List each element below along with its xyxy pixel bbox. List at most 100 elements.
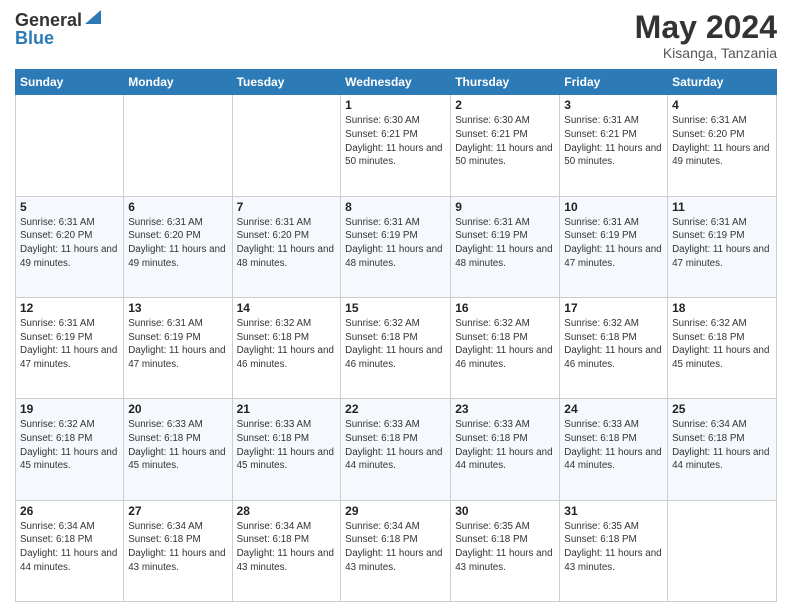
day-number: 2 — [455, 98, 555, 112]
day-info: Sunrise: 6:33 AM Sunset: 6:18 PM Dayligh… — [128, 418, 227, 473]
day-number: 23 — [455, 402, 555, 416]
day-number: 13 — [128, 301, 227, 315]
calendar-cell — [232, 95, 341, 196]
day-number: 24 — [564, 402, 663, 416]
day-info: Sunrise: 6:31 AM Sunset: 6:19 PM Dayligh… — [345, 216, 446, 271]
logo-blue-text: Blue — [15, 28, 54, 48]
day-info: Sunrise: 6:31 AM Sunset: 6:20 PM Dayligh… — [237, 216, 337, 271]
day-number: 4 — [672, 98, 772, 112]
day-info: Sunrise: 6:34 AM Sunset: 6:18 PM Dayligh… — [672, 418, 772, 473]
day-number: 12 — [20, 301, 119, 315]
week-row-3: 12 Sunrise: 6:31 AM Sunset: 6:19 PM Dayli… — [16, 297, 777, 398]
logo-general-text: General — [15, 11, 82, 29]
calendar-cell: 8 Sunrise: 6:31 AM Sunset: 6:19 PM Daylig… — [341, 196, 451, 297]
week-row-4: 19 Sunrise: 6:32 AM Sunset: 6:18 PM Dayli… — [16, 399, 777, 500]
calendar-cell: 24 Sunrise: 6:33 AM Sunset: 6:18 PM Dayli… — [560, 399, 668, 500]
calendar-cell: 31 Sunrise: 6:35 AM Sunset: 6:18 PM Dayli… — [560, 500, 668, 601]
calendar-cell: 15 Sunrise: 6:32 AM Sunset: 6:18 PM Dayli… — [341, 297, 451, 398]
day-number: 27 — [128, 504, 227, 518]
day-info: Sunrise: 6:32 AM Sunset: 6:18 PM Dayligh… — [672, 317, 772, 372]
day-info: Sunrise: 6:34 AM Sunset: 6:18 PM Dayligh… — [345, 520, 446, 575]
day-info: Sunrise: 6:35 AM Sunset: 6:18 PM Dayligh… — [564, 520, 663, 575]
calendar-cell: 16 Sunrise: 6:32 AM Sunset: 6:18 PM Dayli… — [451, 297, 560, 398]
day-number: 9 — [455, 200, 555, 214]
day-number: 29 — [345, 504, 446, 518]
calendar-cell: 21Sunrise: 6:33 AM Sunset: 6:18 PM Dayli… — [232, 399, 341, 500]
day-number: 26 — [20, 504, 119, 518]
day-number: 21 — [237, 402, 337, 416]
calendar-cell: 28 Sunrise: 6:34 AM Sunset: 6:18 PM Dayli… — [232, 500, 341, 601]
day-number: 18 — [672, 301, 772, 315]
calendar-cell: 14 Sunrise: 6:32 AM Sunset: 6:18 PM Dayli… — [232, 297, 341, 398]
page: General Blue May 2024 Kisanga, Tanzania … — [0, 0, 792, 612]
calendar-cell: 13 Sunrise: 6:31 AM Sunset: 6:19 PM Dayli… — [124, 297, 232, 398]
day-number: 25 — [672, 402, 772, 416]
day-info: Sunrise: 6:34 AM Sunset: 6:18 PM Dayligh… — [128, 520, 227, 575]
day-info: Sunrise: 6:31 AM Sunset: 6:19 PM Dayligh… — [128, 317, 227, 372]
day-info: Sunrise: 6:32 AM Sunset: 6:18 PM Dayligh… — [345, 317, 446, 372]
calendar-cell: 7Sunrise: 6:31 AM Sunset: 6:20 PM Daylig… — [232, 196, 341, 297]
day-number: 31 — [564, 504, 663, 518]
day-info: Sunrise: 6:31 AM Sunset: 6:19 PM Dayligh… — [564, 216, 663, 271]
calendar-table: SundayMondayTuesdayWednesdayThursdayFrid… — [15, 69, 777, 602]
calendar-cell: 27 Sunrise: 6:34 AM Sunset: 6:18 PM Dayli… — [124, 500, 232, 601]
day-info: Sunrise: 6:32 AM Sunset: 6:18 PM Dayligh… — [237, 317, 337, 372]
day-number: 22 — [345, 402, 446, 416]
calendar-cell: 23 Sunrise: 6:33 AM Sunset: 6:18 PM Dayli… — [451, 399, 560, 500]
day-info: Sunrise: 6:32 AM Sunset: 6:18 PM Dayligh… — [564, 317, 663, 372]
weekday-header-wednesday: Wednesday — [341, 70, 451, 95]
day-number: 6 — [128, 200, 227, 214]
day-number: 30 — [455, 504, 555, 518]
day-number: 19 — [20, 402, 119, 416]
logo: General Blue — [15, 10, 101, 49]
calendar-cell: 17Sunrise: 6:32 AM Sunset: 6:18 PM Dayli… — [560, 297, 668, 398]
calendar-cell: 5Sunrise: 6:31 AM Sunset: 6:20 PM Daylig… — [16, 196, 124, 297]
day-number: 8 — [345, 200, 446, 214]
weekday-header-friday: Friday — [560, 70, 668, 95]
day-number: 1 — [345, 98, 446, 112]
day-info: Sunrise: 6:31 AM Sunset: 6:20 PM Dayligh… — [128, 216, 227, 271]
weekday-header-monday: Monday — [124, 70, 232, 95]
day-info: Sunrise: 6:31 AM Sunset: 6:21 PM Dayligh… — [564, 114, 663, 169]
calendar-cell: 25 Sunrise: 6:34 AM Sunset: 6:18 PM Dayli… — [668, 399, 777, 500]
day-info: Sunrise: 6:31 AM Sunset: 6:19 PM Dayligh… — [672, 216, 772, 271]
day-info: Sunrise: 6:35 AM Sunset: 6:18 PM Dayligh… — [455, 520, 555, 575]
day-info: Sunrise: 6:30 AM Sunset: 6:21 PM Dayligh… — [345, 114, 446, 169]
calendar-cell: 22 Sunrise: 6:33 AM Sunset: 6:18 PM Dayli… — [341, 399, 451, 500]
weekday-header-saturday: Saturday — [668, 70, 777, 95]
weekday-header-thursday: Thursday — [451, 70, 560, 95]
day-number: 10 — [564, 200, 663, 214]
month-title: May 2024 — [635, 10, 777, 45]
calendar-cell: 20Sunrise: 6:33 AM Sunset: 6:18 PM Dayli… — [124, 399, 232, 500]
day-info: Sunrise: 6:32 AM Sunset: 6:18 PM Dayligh… — [455, 317, 555, 372]
day-number: 16 — [455, 301, 555, 315]
day-info: Sunrise: 6:31 AM Sunset: 6:19 PM Dayligh… — [455, 216, 555, 271]
calendar-cell: 4 Sunrise: 6:31 AM Sunset: 6:20 PM Daylig… — [668, 95, 777, 196]
day-number: 28 — [237, 504, 337, 518]
day-info: Sunrise: 6:31 AM Sunset: 6:20 PM Dayligh… — [20, 216, 119, 271]
calendar-cell: 2Sunrise: 6:30 AM Sunset: 6:21 PM Daylig… — [451, 95, 560, 196]
title-area: May 2024 Kisanga, Tanzania — [635, 10, 777, 61]
calendar-cell: 1 Sunrise: 6:30 AM Sunset: 6:21 PM Daylig… — [341, 95, 451, 196]
week-row-5: 26 Sunrise: 6:34 AM Sunset: 6:18 PM Dayli… — [16, 500, 777, 601]
day-info: Sunrise: 6:32 AM Sunset: 6:18 PM Dayligh… — [20, 418, 119, 473]
calendar-cell: 12 Sunrise: 6:31 AM Sunset: 6:19 PM Dayli… — [16, 297, 124, 398]
calendar-cell: 3 Sunrise: 6:31 AM Sunset: 6:21 PM Daylig… — [560, 95, 668, 196]
day-number: 14 — [237, 301, 337, 315]
day-info: Sunrise: 6:31 AM Sunset: 6:19 PM Dayligh… — [20, 317, 119, 372]
day-info: Sunrise: 6:31 AM Sunset: 6:20 PM Dayligh… — [672, 114, 772, 169]
day-info: Sunrise: 6:33 AM Sunset: 6:18 PM Dayligh… — [564, 418, 663, 473]
location: Kisanga, Tanzania — [635, 45, 777, 61]
calendar-cell: 6 Sunrise: 6:31 AM Sunset: 6:20 PM Daylig… — [124, 196, 232, 297]
weekday-header-sunday: Sunday — [16, 70, 124, 95]
day-info: Sunrise: 6:34 AM Sunset: 6:18 PM Dayligh… — [237, 520, 337, 575]
calendar-cell: 18 Sunrise: 6:32 AM Sunset: 6:18 PM Dayli… — [668, 297, 777, 398]
weekday-header-row: SundayMondayTuesdayWednesdayThursdayFrid… — [16, 70, 777, 95]
calendar-cell: 9 Sunrise: 6:31 AM Sunset: 6:19 PM Daylig… — [451, 196, 560, 297]
day-info: Sunrise: 6:33 AM Sunset: 6:18 PM Dayligh… — [345, 418, 446, 473]
day-info: Sunrise: 6:33 AM Sunset: 6:18 PM Dayligh… — [455, 418, 555, 473]
day-number: 15 — [345, 301, 446, 315]
day-number: 3 — [564, 98, 663, 112]
week-row-1: 1 Sunrise: 6:30 AM Sunset: 6:21 PM Daylig… — [16, 95, 777, 196]
calendar-cell: 26Sunrise: 6:34 AM Sunset: 6:18 PM Dayli… — [16, 500, 124, 601]
